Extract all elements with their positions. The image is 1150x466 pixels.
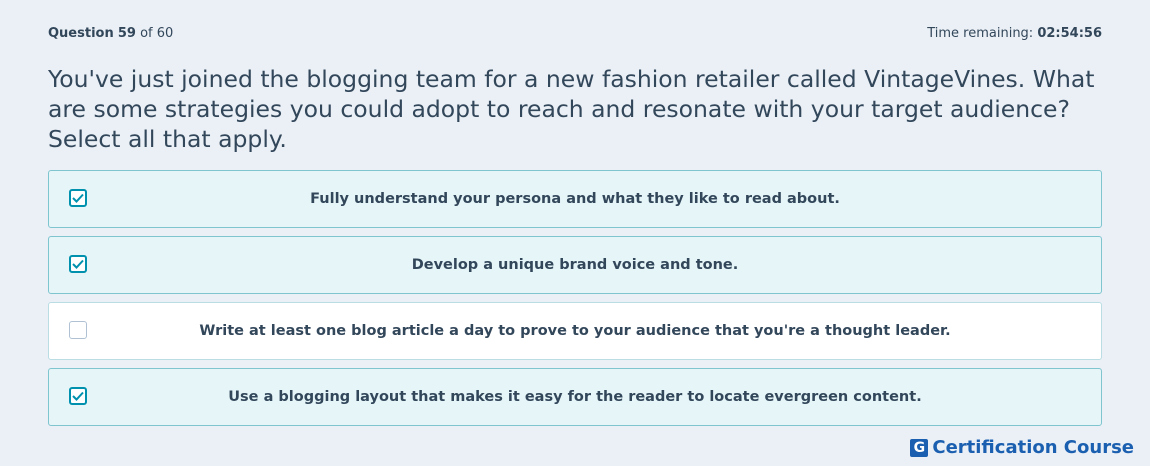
timer: Time remaining: 02:54:56	[927, 26, 1102, 41]
checkbox-checked-icon[interactable]	[69, 255, 87, 273]
answer-option-2[interactable]: Develop a unique brand voice and tone.	[48, 236, 1102, 294]
time-value: 02:54:56	[1037, 25, 1102, 41]
answer-option-label: Fully understand your persona and what t…	[310, 191, 840, 207]
answer-option-label: Use a blogging layout that makes it easy…	[228, 389, 922, 405]
checkbox-checked-icon[interactable]	[69, 189, 87, 207]
time-label: Time remaining:	[927, 25, 1034, 41]
question-number: 59	[117, 25, 136, 41]
answer-option-label: Write at least one blog article a day to…	[199, 323, 951, 339]
brand-text: Certification Course	[932, 437, 1134, 458]
answer-option-label: Develop a unique brand voice and tone.	[411, 257, 739, 273]
brand-mark-icon: G	[910, 438, 929, 457]
answer-options: Fully understand your persona and what t…	[48, 170, 1102, 434]
brand-logo: G Certification Course	[910, 437, 1134, 458]
answer-option-4[interactable]: Use a blogging layout that makes it easy…	[48, 368, 1102, 426]
question-total: of 60	[140, 25, 174, 41]
top-bar: Question 59 of 60 Time remaining: 02:54:…	[48, 24, 1102, 42]
question-counter: Question 59 of 60	[48, 26, 173, 41]
question-text: You've just joined the blogging team for…	[48, 65, 1095, 153]
question-label: Question	[48, 25, 114, 41]
answer-option-1[interactable]: Fully understand your persona and what t…	[48, 170, 1102, 228]
checkbox-unchecked-icon[interactable]	[69, 321, 87, 339]
checkbox-checked-icon[interactable]	[69, 387, 87, 405]
answer-option-3[interactable]: Write at least one blog article a day to…	[48, 302, 1102, 360]
